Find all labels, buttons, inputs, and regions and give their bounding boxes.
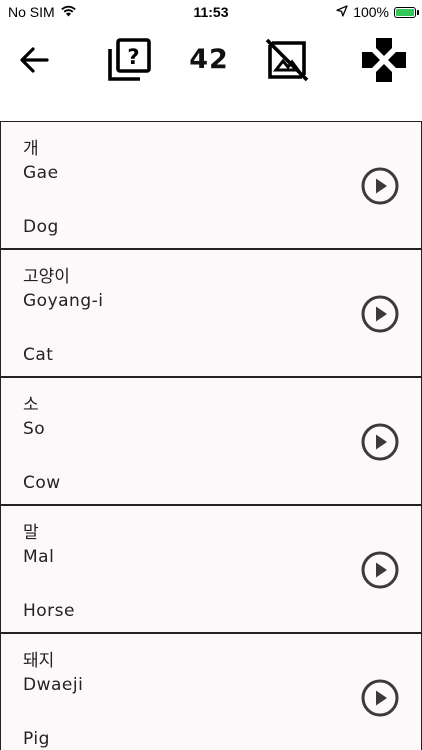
english-translation: Pig [23, 729, 50, 749]
word-card[interactable]: 고양이 Goyang-i Cat [0, 249, 422, 377]
play-audio-icon[interactable] [360, 678, 400, 718]
romanization: Goyang-i [23, 291, 104, 311]
word-card[interactable]: 말 Mal Horse [0, 505, 422, 633]
korean-word: 말 [23, 523, 39, 543]
location-arrow-icon [336, 4, 348, 20]
play-audio-icon[interactable] [360, 550, 400, 590]
quiz-button[interactable]: ? [101, 32, 157, 88]
word-count: 42 [189, 44, 229, 75]
quiz-cards-icon: ? [108, 38, 151, 81]
word-card[interactable]: 개 Gae Dog [0, 121, 422, 249]
hide-images-button[interactable] [259, 32, 315, 88]
romanization: So [23, 419, 46, 439]
word-list: 개 Gae Dog 고양이 Goyang-i Cat 소 So Cow 말 Ma… [0, 121, 422, 750]
korean-word: 소 [23, 395, 39, 415]
game-button[interactable] [356, 32, 412, 88]
battery-percent: 100% [353, 4, 389, 20]
play-audio-icon[interactable] [360, 166, 400, 206]
battery-charging-icon [394, 6, 419, 18]
play-audio-icon[interactable] [360, 294, 400, 334]
status-right: 100% [336, 4, 419, 20]
korean-word: 개 [23, 139, 39, 159]
english-translation: Dog [23, 217, 59, 237]
hide-images-icon [265, 38, 309, 82]
svg-text:?: ? [127, 45, 139, 69]
game-controller-icon [362, 38, 406, 82]
english-translation: Cat [23, 345, 54, 365]
back-arrow-icon [20, 47, 49, 73]
toolbar: ? 42 [0, 24, 422, 96]
english-translation: Horse [23, 601, 75, 621]
korean-word: 돼지 [23, 651, 55, 671]
romanization: Mal [23, 547, 55, 567]
romanization: Dwaeji [23, 675, 84, 695]
word-card[interactable]: 돼지 Dwaeji Pig [0, 633, 422, 750]
english-translation: Cow [23, 473, 61, 493]
play-audio-icon[interactable] [360, 422, 400, 462]
battery-fill [396, 8, 414, 16]
romanization: Gae [23, 163, 59, 183]
word-card[interactable]: 소 So Cow [0, 377, 422, 505]
korean-word: 고양이 [23, 267, 70, 287]
back-button[interactable] [6, 32, 62, 88]
screen: No SIM 11:53 100% ? 42 개 Gae Dog 고양이 Goy… [0, 0, 422, 750]
battery-tip [417, 9, 419, 15]
status-bar: No SIM 11:53 100% [0, 0, 422, 24]
